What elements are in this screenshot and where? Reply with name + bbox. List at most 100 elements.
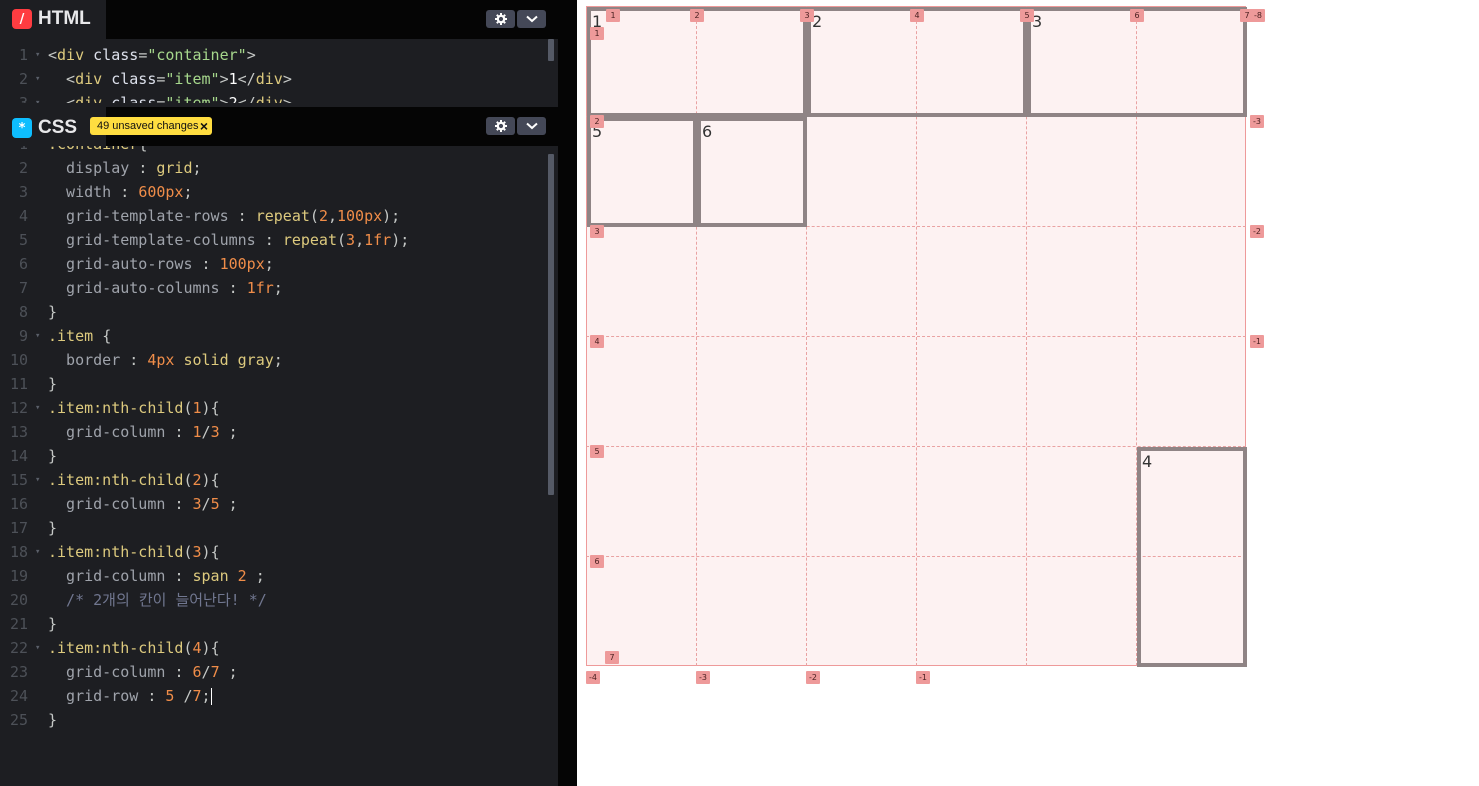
code-token: .item:nth-child [48,639,184,657]
code-token: div [75,70,112,88]
close-icon[interactable]: × [200,118,208,134]
css-code-line[interactable]: 3 width : 600px; [0,180,548,204]
css-code-line[interactable]: 5 grid-template-columns : repeat(3,1fr); [0,228,548,252]
grid-line-label-right: -1 [1250,335,1264,348]
css-logo-icon: * [12,118,32,138]
code-token: ); [391,231,410,249]
grid-line-label-bottom: -3 [696,671,710,684]
code-token: { [210,543,220,561]
css-code-line[interactable]: 9 .item {▾ [0,324,548,348]
code-token: = [138,46,148,64]
css-code-line[interactable]: 23 grid-column : 6/7 ; [0,660,548,684]
css-code-line[interactable]: 6 grid-auto-rows : 100px; [0,252,548,276]
css-code-area[interactable]: 1.container{▾2 display : grid;3 width : … [0,146,548,786]
code-token: } [48,615,58,633]
html-collapse-button[interactable] [517,10,546,28]
code-token: 1fr [364,231,392,249]
html-pane-title: HTML [38,8,91,29]
css-code-line[interactable]: 25} [0,708,548,732]
css-code-line[interactable]: 22 .item:nth-child(4){▾ [0,636,548,660]
css-code-line[interactable]: 18 .item:nth-child(3){▾ [0,540,548,564]
html-code-line[interactable]: 3 <div class="item">2</div> ▾ [0,91,548,103]
grid-item-2: 2 [807,7,1027,117]
line-number: 6 [18,255,28,273]
pane-resizer[interactable] [558,0,577,786]
css-code-line[interactable]: 1 .container{▾ [0,146,548,156]
fold-arrow-icon[interactable]: ▾ [35,324,40,348]
code-token: : [120,183,139,201]
css-code-line[interactable]: 19 grid-column : span 2 ; [0,564,548,588]
code-token: ; [201,687,211,705]
code-text: /* 2개의 칸이 늘어난다! */ [48,588,267,612]
fold-arrow-icon[interactable]: ▾ [35,468,40,492]
code-token: ); [382,207,401,225]
html-scrollbar[interactable] [548,39,554,61]
code-token: width [48,183,121,201]
line-number: 14 [9,447,28,465]
code-token: 2 [318,207,328,225]
grid-line-label-left: 6 [590,555,604,568]
line-number: 19 [9,567,28,585]
fold-arrow-icon[interactable]: ▾ [35,396,40,420]
code-text: grid-auto-rows : 100px; [48,252,274,276]
fold-arrow-icon[interactable]: ▾ [35,540,40,564]
code-text: } [48,708,57,732]
css-code-line[interactable]: 2 display : grid; [0,156,548,180]
css-code-line[interactable]: 14} [0,444,548,468]
html-code-line[interactable]: 2 <div class="item">1</div> ▾ [0,67,548,91]
code-token: : [138,159,157,177]
css-code-line[interactable]: 20 /* 2개의 칸이 늘어난다! */ [0,588,548,612]
code-text: } [48,372,57,396]
css-code-line[interactable]: 11} [0,372,548,396]
fold-arrow-icon[interactable]: ▾ [35,636,40,660]
code-token: > [219,94,229,103]
grid-line-label-left: 5 [590,445,604,458]
css-code-line[interactable]: 17} [0,516,548,540]
css-settings-button[interactable] [486,117,515,135]
css-code-line[interactable]: 24 grid-row : 5 /7; [0,684,548,708]
css-code-line[interactable]: 16 grid-column : 3/5 ; [0,492,548,516]
code-token: ( [183,399,193,417]
fold-arrow-icon[interactable]: ▾ [35,91,40,103]
css-code-line[interactable]: 12 .item:nth-child(1){▾ [0,396,548,420]
code-token: ) [201,399,211,417]
code-token: ; [264,255,274,273]
code-token: repeat [255,207,310,225]
code-text: grid-row : 5 /7; [48,684,212,708]
grid-item-5: 5 [587,117,697,227]
css-collapse-button[interactable] [517,117,546,135]
code-token: display [48,159,139,177]
fold-arrow-icon[interactable]: ▾ [35,67,40,91]
code-token: span [192,567,238,585]
css-code-line[interactable]: 7 grid-auto-columns : 1fr; [0,276,548,300]
code-token: 600px [138,183,184,201]
code-token: .item:nth-child [48,543,184,561]
css-code-line[interactable]: 15 .item:nth-child(2){▾ [0,468,548,492]
html-code-area[interactable]: 1 <div class="container"> ▾ 2 <div class="i… [0,43,548,103]
code-token: , [327,207,337,225]
html-code-line[interactable]: 1 <div class="container"> ▾ [0,43,548,67]
code-text: } [48,612,57,636]
line-number: 24 [9,687,28,705]
html-tab[interactable]: / HTML [0,0,106,39]
css-code-line[interactable]: 10 border : 4px solid gray; [0,348,548,372]
css-code-line[interactable]: 21} [0,612,548,636]
code-token: border [48,351,130,369]
line-number: 16 [9,495,28,513]
code-token: < [48,46,58,64]
code-token: : [174,567,193,585]
grid-line-label-top: 6 [1130,9,1144,22]
code-token: : [174,423,193,441]
css-code-line[interactable]: 4 grid-template-rows : repeat(2,100px); [0,204,548,228]
code-token: / [201,663,211,681]
code-text: grid-template-columns : repeat(3,1fr); [48,228,409,252]
code-text: .container{ [48,146,147,156]
css-code-line[interactable]: 13 grid-column : 1/3 ; [0,420,548,444]
grid-line-label-left: 2 [590,115,604,128]
fold-arrow-icon[interactable]: ▾ [35,43,40,67]
grid-item-label: 4 [1142,452,1153,471]
html-settings-button[interactable] [486,10,515,28]
css-scrollbar[interactable] [548,154,554,495]
css-code-line[interactable]: 8} [0,300,548,324]
fold-arrow-icon[interactable]: ▾ [35,146,40,156]
